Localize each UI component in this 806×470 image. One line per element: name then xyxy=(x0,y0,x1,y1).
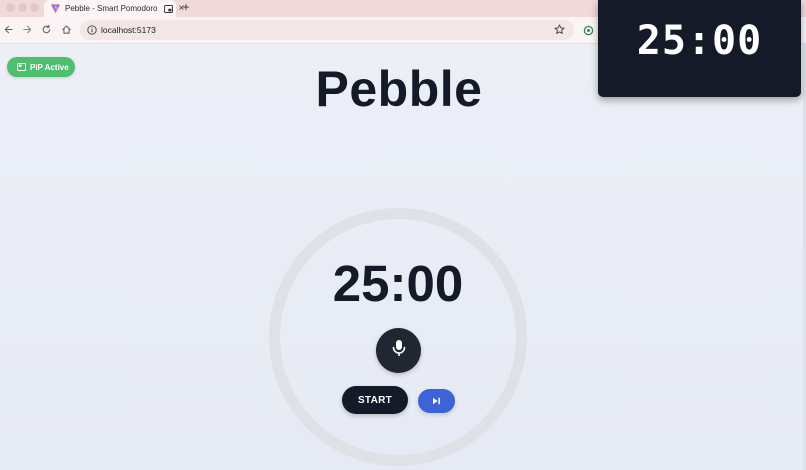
microphone-icon xyxy=(391,339,407,362)
back-arrow-icon[interactable] xyxy=(2,23,15,36)
tab-title: Pebble - Smart Pomodoro xyxy=(65,4,158,13)
start-button[interactable]: START xyxy=(342,386,408,414)
reload-icon[interactable] xyxy=(40,23,53,36)
skip-button[interactable] xyxy=(418,389,455,413)
address-bar[interactable]: localhost:5173 xyxy=(80,20,574,40)
pip-tab-icon xyxy=(163,4,173,13)
skip-next-icon xyxy=(432,392,441,410)
timer-display: 25:00 xyxy=(332,255,464,312)
site-info-icon[interactable] xyxy=(86,24,98,36)
extension-icon[interactable] xyxy=(582,24,594,36)
bookmark-star-icon[interactable] xyxy=(553,23,566,36)
vite-logo-icon xyxy=(50,3,61,15)
forward-arrow-icon[interactable] xyxy=(21,23,34,36)
browser-window: Pebble - Smart Pomodoro × + localhost:51… xyxy=(0,0,806,470)
new-tab-button[interactable]: + xyxy=(180,0,192,17)
window-close-dot[interactable] xyxy=(6,3,15,12)
url-text: localhost:5173 xyxy=(101,25,156,35)
window-zoom-dot[interactable] xyxy=(30,3,39,12)
microphone-button[interactable] xyxy=(376,328,421,373)
pip-window[interactable]: 25:00 xyxy=(598,0,801,97)
window-minimize-dot[interactable] xyxy=(18,3,27,12)
app-content: PiP Active Pebble 25:00 START xyxy=(0,44,806,470)
home-icon[interactable] xyxy=(60,23,73,36)
pip-timer-display: 25:00 xyxy=(636,18,763,64)
browser-tab[interactable]: Pebble - Smart Pomodoro × xyxy=(44,0,184,17)
